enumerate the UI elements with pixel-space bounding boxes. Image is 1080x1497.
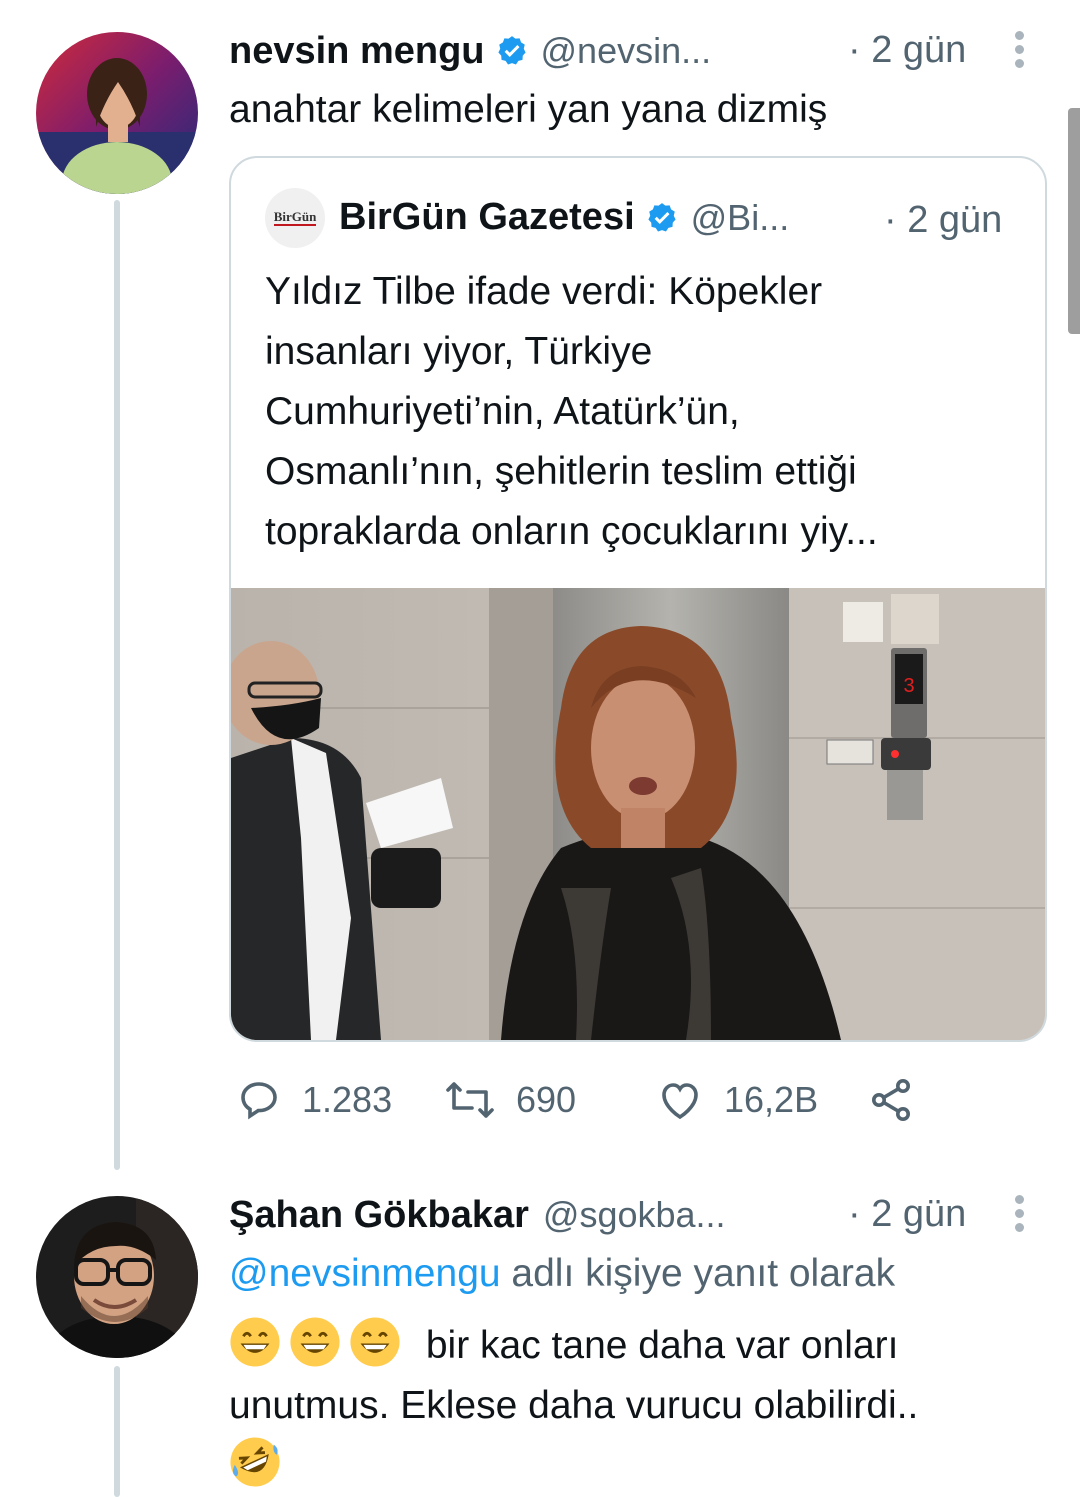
reply-count: 1.283 <box>302 1079 393 1120</box>
author-name[interactable]: Şahan Gökbakar <box>229 1194 529 1237</box>
more-icon[interactable] <box>1015 1195 1025 1237</box>
quote-author-name[interactable]: BirGün Gazetesi <box>339 196 635 239</box>
elevator-floor-display: 3 <box>903 675 914 697</box>
retweet-action[interactable]: 690 <box>442 1076 576 1124</box>
reply-action[interactable]: 1.283 <box>234 1076 392 1124</box>
thread-line <box>114 200 120 1170</box>
tweet-text-line1: bir kac tane daha var onları <box>425 1324 899 1367</box>
tweet-text-line2: unutmus. Eklese daha vurucu olabilirdi.. <box>229 1384 919 1427</box>
verified-badge-icon <box>497 36 526 65</box>
tweet-text: bir kac tane daha var onları unutmus. Ek… <box>229 1316 1049 1496</box>
tweet-time[interactable]: · 2 gün <box>848 1190 966 1238</box>
reply-mention-link[interactable]: @nevsinmengu <box>229 1252 501 1295</box>
like-count: 16,2B <box>724 1079 819 1120</box>
tweet-time[interactable]: · 2 gün <box>848 26 966 74</box>
reply-context-text: adlı kişiye yanıt olarak <box>500 1252 896 1295</box>
like-action[interactable]: 16,2B <box>654 1076 818 1124</box>
author-handle[interactable]: @nevsin... <box>541 30 712 72</box>
quote-header: BirGün Gazetesi @Bi... <box>339 196 789 239</box>
avatar-nevsin[interactable] <box>36 32 198 194</box>
quote-time[interactable]: · 2 gün <box>884 196 1002 244</box>
quote-author-handle[interactable]: @Bi... <box>691 197 790 239</box>
tweet-text: anahtar kelimeleri yan yana dizmiş <box>229 88 828 131</box>
birgun-logo-text: BirGün <box>273 209 317 226</box>
avatar-birgun[interactable]: BirGün <box>265 188 325 248</box>
retweet-icon <box>446 1082 494 1118</box>
grinning-emoji-icon <box>290 1317 340 1367</box>
quote-media-photo[interactable]: 3 <box>231 588 1045 1040</box>
share-icon <box>872 1079 910 1121</box>
tweet-header: Şahan Gökbakar @sgokba... <box>229 1190 726 1240</box>
share-action[interactable] <box>866 1076 934 1124</box>
thread-line <box>114 1366 120 1497</box>
author-handle[interactable]: @sgokba... <box>543 1194 726 1236</box>
reply-icon <box>241 1082 277 1120</box>
author-name[interactable]: nevsin mengu <box>229 30 485 73</box>
verified-badge-icon <box>648 202 676 231</box>
avatar-sahan[interactable] <box>36 1196 198 1358</box>
grinning-emoji-icon <box>230 1317 280 1367</box>
like-icon <box>662 1083 698 1120</box>
grinning-emoji-icon <box>350 1317 400 1367</box>
tweet-header: nevsin mengu @nevsin... <box>229 26 711 76</box>
quote-text: Yıldız Tilbe ifade verdi: Köpekler insan… <box>265 270 878 553</box>
more-icon[interactable] <box>1015 31 1025 73</box>
quoted-tweet[interactable]: BirGün BirGün Gazetesi @Bi... · 2 gün Yı… <box>229 156 1047 1042</box>
reply-context: @nevsinmengu adlı kişiye yanıt olarak <box>229 1252 895 1296</box>
rolling-laughing-emoji-icon <box>230 1437 280 1487</box>
scrollbar[interactable] <box>1068 108 1080 334</box>
retweet-count: 690 <box>516 1079 577 1120</box>
